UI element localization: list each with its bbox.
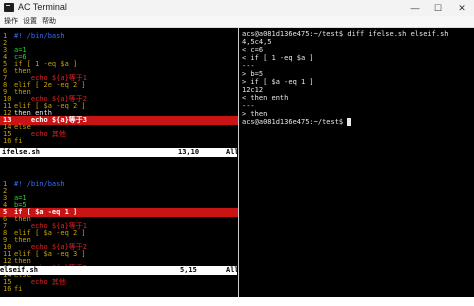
maximize-button[interactable]: ☐ [427, 0, 449, 16]
menu-bar: 操作 设置 帮助 [0, 16, 474, 28]
top-status-line: ifelse.sh 13,10 All [0, 148, 239, 157]
top-status-pos: 13,10 [178, 148, 200, 156]
bottom-editor-line-number: 16 [3, 285, 12, 293]
terminal-cursor [347, 118, 352, 126]
close-button[interactable]: ✕ [451, 0, 473, 16]
terminal-line: acs@a081d136e475:~/test$ diff ifelse.sh … [242, 30, 449, 38]
top-status-scroll: All [226, 148, 239, 156]
window-title: AC Terminal [18, 2, 67, 12]
bottom-status-line: elseif.sh 5,15 All [0, 266, 239, 275]
pane-divider[interactable] [238, 28, 239, 306]
terminal-window: AC Terminal — ☐ ✕ 操作 设置 帮助 1 #! /bin/bash… [0, 0, 474, 306]
bottom-status-scroll: All [226, 266, 239, 274]
bottom-editor-line-16[interactable]: 16 fi [0, 285, 238, 294]
menu-operate[interactable]: 操作 [4, 16, 18, 27]
top-editor-line-16[interactable]: 16 fi [0, 137, 238, 146]
top-status-file: ifelse.sh [2, 148, 40, 156]
minimize-button[interactable]: — [404, 0, 426, 16]
bottom-editor-pane[interactable]: 1 #! /bin/bash 2 3 a=1 4 b=5 5 if [ $a -eq 1 ] 6 t… [0, 176, 238, 296]
terminal-app-icon [4, 3, 14, 12]
top-editor-pane[interactable]: 1 #! /bin/bash 2 3 a=1 4 c=6 5 if [ 1 -eq $a ] 6 t… [0, 28, 238, 148]
bottom-status-file: elseif.sh [0, 266, 38, 274]
title-bar: AC Terminal — ☐ ✕ [0, 0, 474, 16]
bottom-bar [0, 297, 474, 306]
bottom-editor-line-text: fi [14, 285, 23, 293]
menu-help[interactable]: 帮助 [42, 16, 56, 27]
menu-settings[interactable]: 设置 [23, 16, 37, 27]
terminal-line: acs@a081d136e475:~/test$ [242, 118, 352, 127]
top-editor-line-text: fi [14, 137, 23, 145]
top-editor-line-number: 16 [3, 137, 12, 145]
bottom-status-pos: 5,15 [180, 266, 197, 274]
